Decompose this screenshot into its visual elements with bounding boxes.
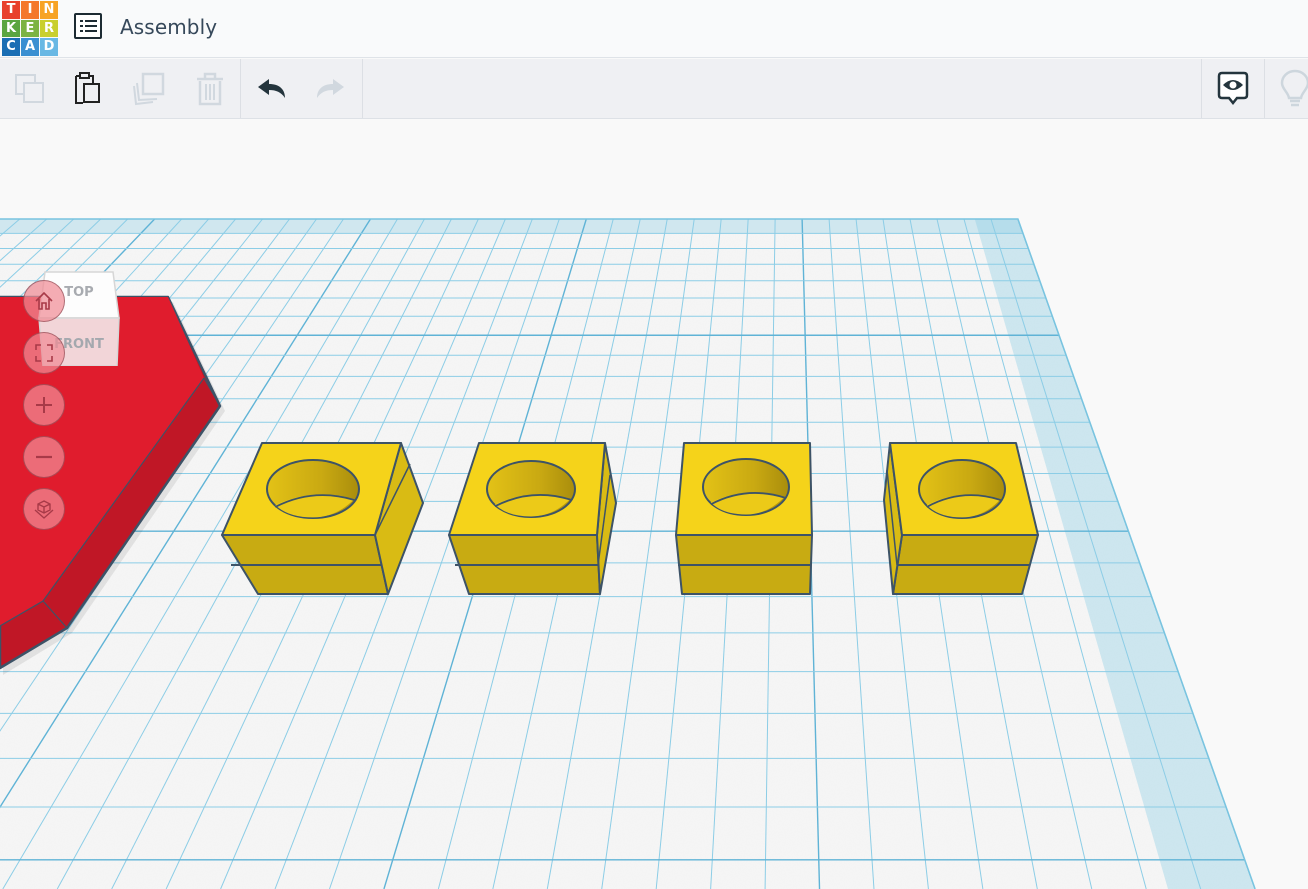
trash-icon — [197, 72, 223, 105]
delete-button[interactable] — [180, 59, 240, 118]
top-bar: TIN KER CAD Assembly — [0, 0, 1308, 58]
paste-icon — [75, 71, 100, 104]
home-icon — [35, 291, 53, 310]
logo-tile: R — [40, 19, 58, 38]
zoom-in-button[interactable] — [23, 384, 65, 426]
design-list-button[interactable] — [74, 13, 102, 39]
duplicate-button[interactable] — [119, 59, 179, 118]
copy-button[interactable] — [0, 59, 60, 118]
undo-button[interactable] — [242, 59, 302, 118]
redo-button[interactable] — [300, 59, 360, 118]
copy-icon — [15, 73, 44, 103]
yellow-box-with-hole[interactable] — [883, 442, 1039, 595]
duplicate-icon — [133, 72, 165, 105]
hint-button[interactable] — [1265, 59, 1308, 118]
logo-tile: N — [40, 1, 58, 19]
tinkercad-logo[interactable]: TIN KER CAD — [2, 1, 58, 56]
logo-tile: C — [2, 38, 20, 56]
design-title[interactable]: Assembly — [120, 15, 217, 39]
eye-bubble-icon — [1217, 71, 1249, 105]
plus-icon — [36, 397, 52, 413]
workplane-grid[interactable] — [0, 120, 1308, 889]
ortho-view-button[interactable] — [23, 488, 65, 530]
undo-icon — [258, 78, 285, 98]
cube-icon — [34, 500, 54, 519]
toolbar-divider — [362, 59, 363, 118]
yellow-box-with-hole[interactable] — [675, 442, 813, 595]
yellow-box-with-hole[interactable] — [221, 442, 424, 595]
minus-icon — [36, 455, 52, 459]
home-view-button[interactable] — [23, 280, 65, 322]
yellow-box-with-hole[interactable] — [448, 442, 617, 595]
toolbar-divider — [1201, 59, 1202, 118]
toolbar-divider — [240, 59, 241, 118]
paste-button[interactable] — [58, 59, 118, 118]
toolbar — [0, 59, 1308, 119]
fit-icon — [35, 344, 53, 362]
redo-icon — [317, 78, 344, 98]
logo-tile: E — [21, 19, 39, 38]
logo-tile: I — [21, 1, 39, 19]
logo-tile: K — [2, 19, 20, 38]
zoom-out-button[interactable] — [23, 436, 65, 478]
logo-tile: T — [2, 1, 20, 19]
logo-tile: D — [40, 38, 58, 56]
logo-tile: A — [21, 38, 39, 56]
workplane-scene[interactable] — [0, 120, 1308, 889]
show-all-button[interactable] — [1203, 59, 1263, 118]
fit-view-button[interactable] — [23, 332, 65, 374]
lightbulb-icon — [1280, 69, 1308, 106]
3d-workspace[interactable]: TOP FRONT — [0, 120, 1308, 889]
